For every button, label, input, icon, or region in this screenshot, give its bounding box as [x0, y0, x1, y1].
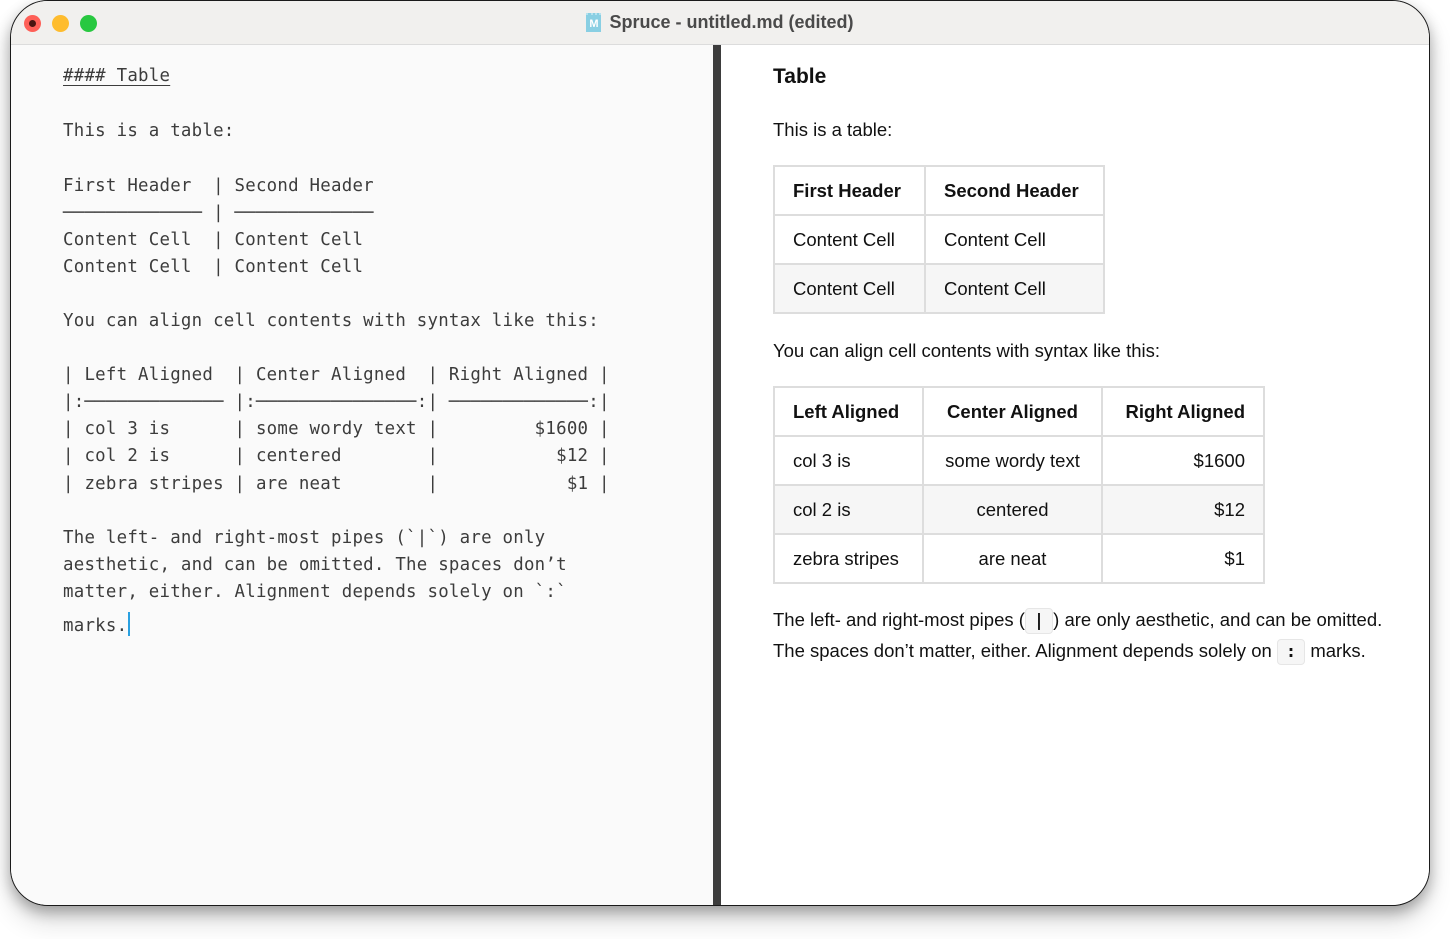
inline-code-colon: :: [1276, 639, 1306, 665]
preview-heading: Table: [773, 65, 827, 88]
table-row: col 3 is some wordy text $1600: [773, 435, 1265, 486]
markdown-document-icon: M: [586, 13, 602, 32]
note-text: The left- and right-most pipes (: [773, 609, 1025, 630]
table-cell: some wordy text: [922, 435, 1103, 486]
table-row: zebra stripes are neat $1: [773, 533, 1265, 584]
editor-line-text[interactable]: marks.: [63, 616, 127, 636]
table-cell: centered: [922, 484, 1103, 535]
table-header-cell: First Header: [773, 165, 926, 216]
editor-line[interactable]: #### Table: [63, 67, 170, 85]
editor-line-last[interactable]: marks.: [63, 612, 131, 636]
editor-line[interactable]: This is a table:: [63, 122, 235, 140]
table-cell: Content Cell: [924, 263, 1105, 314]
editor-line[interactable]: |:───────────── |:───────────────:| ────…: [63, 393, 610, 411]
note-text: marks.: [1310, 640, 1366, 661]
table-header-cell: Left Aligned: [773, 386, 924, 437]
window-title: M Spruce - untitled.md (edited): [11, 12, 1429, 33]
table-cell: Content Cell: [924, 214, 1105, 265]
window-title-text: Spruce - untitled.md (edited): [609, 12, 854, 32]
app-window: M Spruce - untitled.md (edited) #### Tab…: [10, 0, 1430, 906]
editor-line[interactable]: First Header | Second Header: [63, 177, 374, 195]
title-bar: M Spruce - untitled.md (edited): [11, 1, 1429, 45]
editor-line[interactable]: Content Cell | Content Cell: [63, 258, 363, 276]
preview-align-intro: You can align cell contents with syntax …: [773, 340, 1161, 361]
table-row: Content Cell Content Cell: [773, 263, 1105, 314]
table-cell: zebra stripes: [773, 533, 924, 584]
table-header-cell: Right Aligned: [1101, 386, 1265, 437]
editor-line[interactable]: | col 3 is | some wordy text | $1600 |: [63, 420, 610, 438]
table-cell: col 3 is: [773, 435, 924, 486]
table-header-cell: Center Aligned: [922, 386, 1103, 437]
editor-line[interactable]: The left- and right-most pipes (`|`) are…: [63, 529, 545, 547]
editor-line[interactable]: | Left Aligned | Center Aligned | Right …: [63, 366, 610, 384]
editor-line[interactable]: Content Cell | Content Cell: [63, 231, 363, 249]
preview-table-basic: First Header Second Header Content Cell …: [773, 165, 1105, 314]
markdown-editor[interactable]: #### Table This is a table: First Header…: [11, 45, 713, 905]
pane-splitter[interactable]: [713, 45, 721, 905]
editor-line[interactable]: | zebra stripes | are neat | $1 |: [63, 475, 610, 493]
table-header-row: Left Aligned Center Aligned Right Aligne…: [773, 386, 1265, 437]
table-cell: col 2 is: [773, 484, 924, 535]
table-cell: are neat: [922, 533, 1103, 584]
markdown-preview: Table This is a table: First Header Seco…: [721, 45, 1429, 905]
preview-note: The left- and right-most pipes (|) are o…: [773, 604, 1393, 666]
preview-intro: This is a table:: [773, 119, 893, 140]
table-row: Content Cell Content Cell: [773, 214, 1105, 265]
table-header-row: First Header Second Header: [773, 165, 1105, 216]
table-cell: $12: [1101, 484, 1265, 535]
editor-line[interactable]: aesthetic, and can be omitted. The space…: [63, 556, 567, 574]
text-cursor: [128, 612, 131, 636]
table-row: col 2 is centered $12: [773, 484, 1265, 535]
editor-line[interactable]: You can align cell contents with syntax …: [63, 312, 599, 330]
inline-code-pipe: |: [1024, 608, 1054, 634]
table-cell: Content Cell: [773, 214, 926, 265]
table-cell: Content Cell: [773, 263, 926, 314]
editor-line[interactable]: | col 2 is | centered | $12 |: [63, 447, 610, 465]
editor-line[interactable]: ───────────── | ─────────────: [63, 204, 374, 222]
editor-line[interactable]: matter, either. Alignment depends solely…: [63, 583, 567, 601]
table-cell: $1600: [1101, 435, 1265, 486]
preview-table-aligned: Left Aligned Center Aligned Right Aligne…: [773, 386, 1265, 584]
table-header-cell: Second Header: [924, 165, 1105, 216]
table-cell: $1: [1101, 533, 1265, 584]
